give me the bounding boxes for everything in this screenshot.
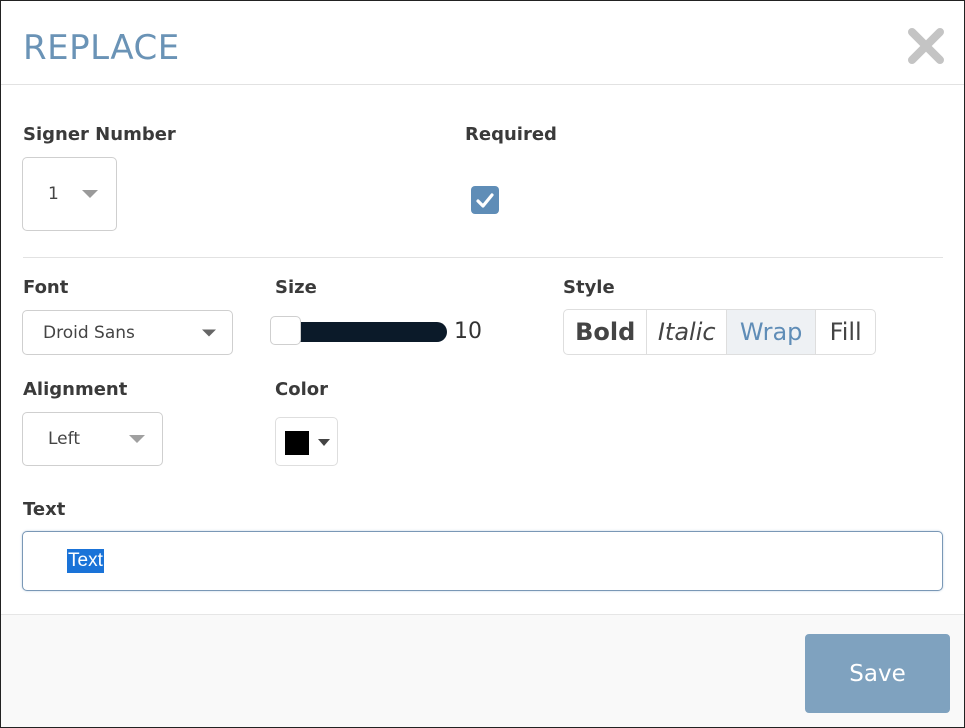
color-picker[interactable] xyxy=(275,417,338,466)
style-button-group: Bold Italic Wrap Fill xyxy=(563,309,876,355)
style-fill-button[interactable]: Fill xyxy=(816,310,875,354)
size-label: Size xyxy=(275,277,317,298)
style-bold-button[interactable]: Bold xyxy=(564,310,648,354)
color-swatch xyxy=(285,431,309,455)
text-input-value: Text xyxy=(67,549,104,573)
required-checkbox[interactable] xyxy=(471,186,499,214)
checkmark-icon xyxy=(476,193,494,208)
style-label: Style xyxy=(563,277,615,298)
chevron-down-icon xyxy=(318,439,330,446)
font-label: Font xyxy=(23,277,69,298)
font-value: Droid Sans xyxy=(43,322,135,343)
signer-number-select[interactable]: 1 xyxy=(22,157,117,231)
size-value: 10 xyxy=(454,319,482,344)
alignment-select[interactable]: Left xyxy=(22,412,163,466)
required-label: Required xyxy=(465,124,557,145)
size-slider-handle[interactable] xyxy=(270,316,301,345)
font-select[interactable]: Droid Sans xyxy=(22,310,233,355)
text-input[interactable]: Text xyxy=(22,531,943,591)
section-divider xyxy=(23,257,943,258)
color-label: Color xyxy=(275,379,328,400)
chevron-down-icon xyxy=(129,435,145,443)
dialog-title: REPLACE xyxy=(23,28,180,68)
save-button[interactable]: Save xyxy=(805,634,950,713)
style-italic-button[interactable]: Italic xyxy=(647,310,727,354)
replace-dialog: REPLACE Signer Number 1 Required Font Dr… xyxy=(0,0,965,728)
signer-number-value: 1 xyxy=(48,184,59,204)
chevron-down-icon xyxy=(202,329,216,336)
style-wrap-button[interactable]: Wrap xyxy=(726,310,817,354)
close-button[interactable] xyxy=(907,27,945,65)
close-icon xyxy=(908,28,944,64)
dialog-header: REPLACE xyxy=(1,1,964,85)
alignment-value: Left xyxy=(48,429,80,449)
text-label: Text xyxy=(23,499,66,520)
alignment-label: Alignment xyxy=(23,379,128,400)
signer-number-label: Signer Number xyxy=(23,124,176,145)
chevron-down-icon xyxy=(82,190,98,198)
